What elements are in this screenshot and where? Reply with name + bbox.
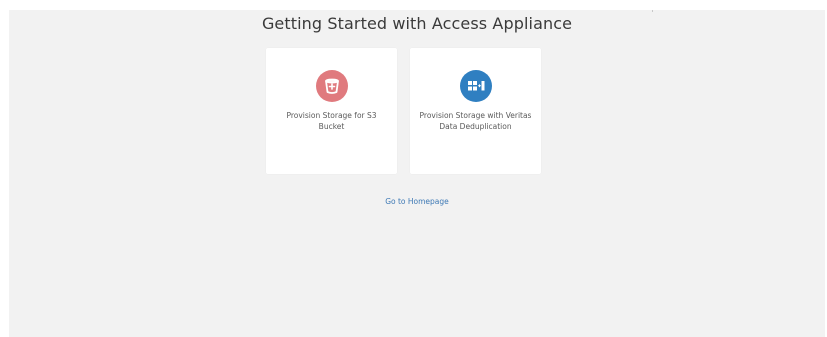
provision-deduplication-card[interactable]: Provision Storage with Veritas Data Dedu… [410,48,541,174]
deduplication-icon [459,70,492,102]
go-to-homepage-link[interactable]: Go to Homepage [9,197,825,206]
card-label: Provision Storage for S3 Bucket [286,111,377,131]
getting-started-page: Getting Started with Access Appliance Pr… [9,10,825,337]
s3-bucket-icon [315,70,348,102]
page-title: Getting Started with Access Appliance [261,14,573,33]
divider [652,10,653,12]
provision-s3-bucket-card[interactable]: Provision Storage for S3 Bucket [266,48,397,174]
card-label: Provision Storage with Veritas Data Dedu… [419,111,532,131]
